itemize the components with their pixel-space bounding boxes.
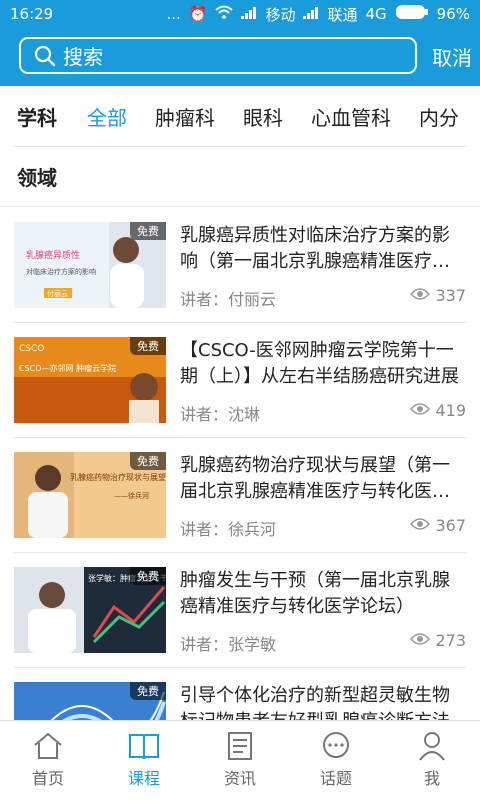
nav-label: 首页 <box>31 769 64 788</box>
chat-icon <box>323 732 349 758</box>
free-badge: 免费 <box>130 567 166 585</box>
course-list: 乳腺癌异质性 对临床治疗方案的影响 付丽云 免费 乳腺癌异质性对临床治疗方案的影… <box>0 208 480 783</box>
tab-endocrinology[interactable]: 内分 <box>419 102 459 131</box>
thumb-text: 乳腺癌异质性 <box>26 249 80 261</box>
view-count: 337 <box>410 286 466 305</box>
nav-label: 资讯 <box>223 769 256 788</box>
course-item[interactable]: CSCO CSCO—亦邻网 肿瘤云学院 免费 【CSCO-医邻网肿瘤云学院第十一… <box>14 323 466 438</box>
eye-icon <box>410 286 431 305</box>
nav-label: 话题 <box>319 769 352 788</box>
search-placeholder: 搜索 <box>63 45 103 69</box>
course-title: 【CSCO-医邻网肿瘤云学院第十一期（上）】从左右半结肠癌研究进展 <box>180 340 459 387</box>
status-time: 16:29 <box>10 5 54 23</box>
signal-icon <box>241 5 257 23</box>
subject-label: 学科 <box>17 105 57 130</box>
signal-icon-2 <box>303 5 319 23</box>
course-item[interactable]: 乳腺癌异质性 对临床治疗方案的影响 付丽云 免费 乳腺癌异质性对临床治疗方案的影… <box>14 208 466 323</box>
course-title: 乳腺癌药物治疗现状与展望（第一届北京乳腺癌精准医疗与转化医学论坛） <box>180 455 450 502</box>
nav-topics[interactable]: 话题 <box>288 721 384 801</box>
nav-label: 课程 <box>127 769 160 788</box>
view-count: 419 <box>410 401 466 420</box>
tab-cardiology[interactable]: 心血管科 <box>311 102 391 131</box>
domain-label[interactable]: 领域 <box>17 162 57 191</box>
tab-oncology[interactable]: 肿瘤科 <box>155 102 215 131</box>
home-icon <box>34 732 62 759</box>
course-title: 乳腺癌异质性对临床治疗方案的影响（第一届北京乳腺癌精准医疗与转化医学论坛） <box>180 225 450 272</box>
view-count-value: 337 <box>435 286 466 305</box>
view-count: 273 <box>410 631 466 650</box>
battery-level: 96% <box>436 5 470 23</box>
thumb-text: ——徐兵河 <box>114 491 149 500</box>
status-bar: 16:29 ... ⏰ 移动 联通 4G 96% <box>0 0 480 28</box>
eye-icon <box>410 401 431 420</box>
course-thumbnail: 乳腺癌异质性 对临床治疗方案的影响 付丽云 免费 <box>14 222 166 308</box>
course-speaker: 讲者：沈琳 <box>180 405 261 424</box>
nav-courses[interactable]: 课程 <box>96 721 192 801</box>
free-badge: 免费 <box>130 222 166 240</box>
course-thumbnail: 乳腺癌药物治疗现状与展望 ——徐兵河 免费 <box>14 452 166 538</box>
alarm-icon: ⏰ <box>188 5 208 23</box>
thumb-text: 付丽云 <box>47 289 68 298</box>
thumb-text: CSCO—亦邻网 肿瘤云学院 <box>19 363 116 373</box>
course-speaker: 讲者：张学敏 <box>180 635 277 654</box>
nav-me[interactable]: 我 <box>384 721 480 801</box>
book-icon <box>129 734 159 760</box>
free-badge: 免费 <box>130 337 166 355</box>
news-icon <box>228 732 252 760</box>
course-thumbnail: 张学敏：肿瘤发生与干预 免费 <box>14 567 166 653</box>
view-count-value: 367 <box>435 516 466 535</box>
search-header: 搜索 取消 <box>0 28 480 86</box>
course-item[interactable]: 乳腺癌药物治疗现状与展望 ——徐兵河 免费 乳腺癌药物治疗现状与展望（第一届北京… <box>14 438 466 553</box>
course-title: 肿瘤发生与干预（第一届北京乳腺癌精准医疗与转化医学论坛） <box>180 570 450 617</box>
course-speaker: 讲者：徐兵河 <box>180 520 277 539</box>
nav-news[interactable]: 资讯 <box>192 721 288 801</box>
thumb-text: 乳腺癌药物治疗现状与展望 <box>70 472 166 482</box>
wifi-icon <box>215 5 234 23</box>
free-badge: 免费 <box>130 452 166 470</box>
course-speaker: 讲者：付丽云 <box>180 290 277 309</box>
view-count: 367 <box>410 516 466 535</box>
course-thumbnail: CSCO CSCO—亦邻网 肿瘤云学院 免费 <box>14 337 166 423</box>
thumb-text: CSCO <box>19 344 44 354</box>
free-badge: 免费 <box>130 682 166 700</box>
network-type: 4G <box>365 5 387 23</box>
cancel-button[interactable]: 取消 <box>432 42 472 71</box>
thumb-text: 对临床治疗方案的影响 <box>26 267 96 276</box>
view-count-value: 419 <box>435 401 466 420</box>
search-input[interactable]: 搜索 <box>19 37 417 74</box>
search-icon <box>31 42 59 70</box>
status-icons: ... ⏰ 移动 联通 4G 96% <box>166 4 470 25</box>
carrier-1: 移动 <box>265 5 296 24</box>
carrier-2: 联通 <box>327 5 358 24</box>
user-icon <box>419 732 445 761</box>
course-item[interactable]: 张学敏：肿瘤发生与干预 免费 肿瘤发生与干预（第一届北京乳腺癌精准医疗与转化医学… <box>14 553 466 668</box>
battery-icon <box>395 4 429 24</box>
subject-tabs: 学科 全部 肿瘤科 眼科 心血管科 内分 <box>0 86 480 146</box>
view-count-value: 273 <box>435 631 466 650</box>
nav-home[interactable]: 首页 <box>0 721 96 801</box>
nav-label: 我 <box>423 769 440 788</box>
domain-divider <box>0 206 480 207</box>
tabs-divider <box>14 146 466 147</box>
notification-dots: ... <box>166 5 181 23</box>
eye-icon <box>410 631 431 650</box>
tab-all[interactable]: 全部 <box>87 102 127 131</box>
eye-icon <box>410 516 431 535</box>
bottom-navigation: 首页 课程 资讯 话题 我 <box>0 720 480 801</box>
tab-ophthalmology[interactable]: 眼科 <box>243 102 283 131</box>
